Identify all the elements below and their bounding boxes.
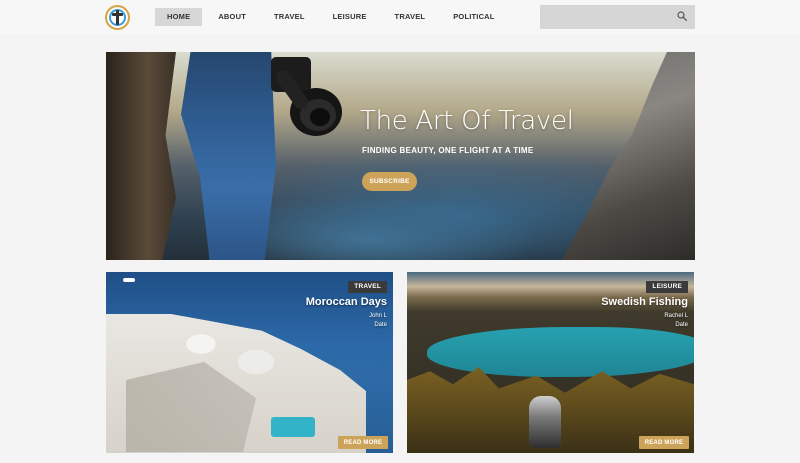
hero-image-rock-left — [106, 52, 176, 260]
article-card-moroccan-days[interactable]: TRAVEL Moroccan Days John L Date READ MO… — [106, 272, 393, 453]
subscribe-button[interactable]: SUBSCRIBE — [362, 172, 417, 191]
card-date: Date — [374, 322, 387, 328]
nav-item-travel[interactable]: TRAVEL — [262, 8, 317, 26]
card-image-lake — [427, 327, 694, 377]
search-input[interactable] — [540, 5, 670, 29]
search-icon[interactable] — [677, 11, 687, 21]
card-image-shoe — [529, 396, 561, 448]
card-image-pool — [271, 417, 315, 437]
hero-image-rock-right — [562, 52, 695, 260]
article-card-swedish-fishing[interactable]: LEISURE Swedish Fishing Rachel L Date RE… — [407, 272, 694, 453]
nav-item-travel-2[interactable]: TRAVEL — [383, 8, 438, 26]
top-navbar: HOME ABOUT TRAVEL LEISURE TRAVEL POLITIC… — [0, 0, 800, 34]
nav-item-political[interactable]: POLITICAL — [441, 8, 506, 26]
category-tag[interactable]: TRAVEL — [348, 281, 387, 293]
card-date: Date — [675, 322, 688, 328]
card-author: Rachel L — [664, 313, 688, 319]
card-title[interactable]: Moroccan Days — [306, 296, 387, 308]
hero-subtitle: FINDING BEAUTY, ONE FLIGHT AT A TIME — [362, 146, 534, 155]
hero-banner: The Art Of Travel FINDING BEAUTY, ONE FL… — [106, 52, 695, 260]
site-logo-icon[interactable] — [105, 5, 130, 30]
hero-image-person — [181, 52, 276, 260]
search-box — [540, 5, 695, 29]
category-tag[interactable]: LEISURE — [646, 281, 688, 293]
camera-image — [271, 57, 342, 136]
main-nav: HOME ABOUT TRAVEL LEISURE TRAVEL POLITIC… — [155, 8, 511, 26]
card-author: John L — [368, 313, 387, 319]
boat-image — [123, 278, 135, 282]
card-title[interactable]: Swedish Fishing — [601, 296, 688, 308]
read-more-button[interactable]: READ MORE — [639, 436, 689, 449]
hero-title: The Art Of Travel — [360, 106, 574, 136]
nav-item-about[interactable]: ABOUT — [206, 8, 258, 26]
nav-item-home[interactable]: HOME — [155, 8, 203, 26]
read-more-button[interactable]: READ MORE — [338, 436, 388, 449]
nav-item-leisure[interactable]: LEISURE — [321, 8, 379, 26]
